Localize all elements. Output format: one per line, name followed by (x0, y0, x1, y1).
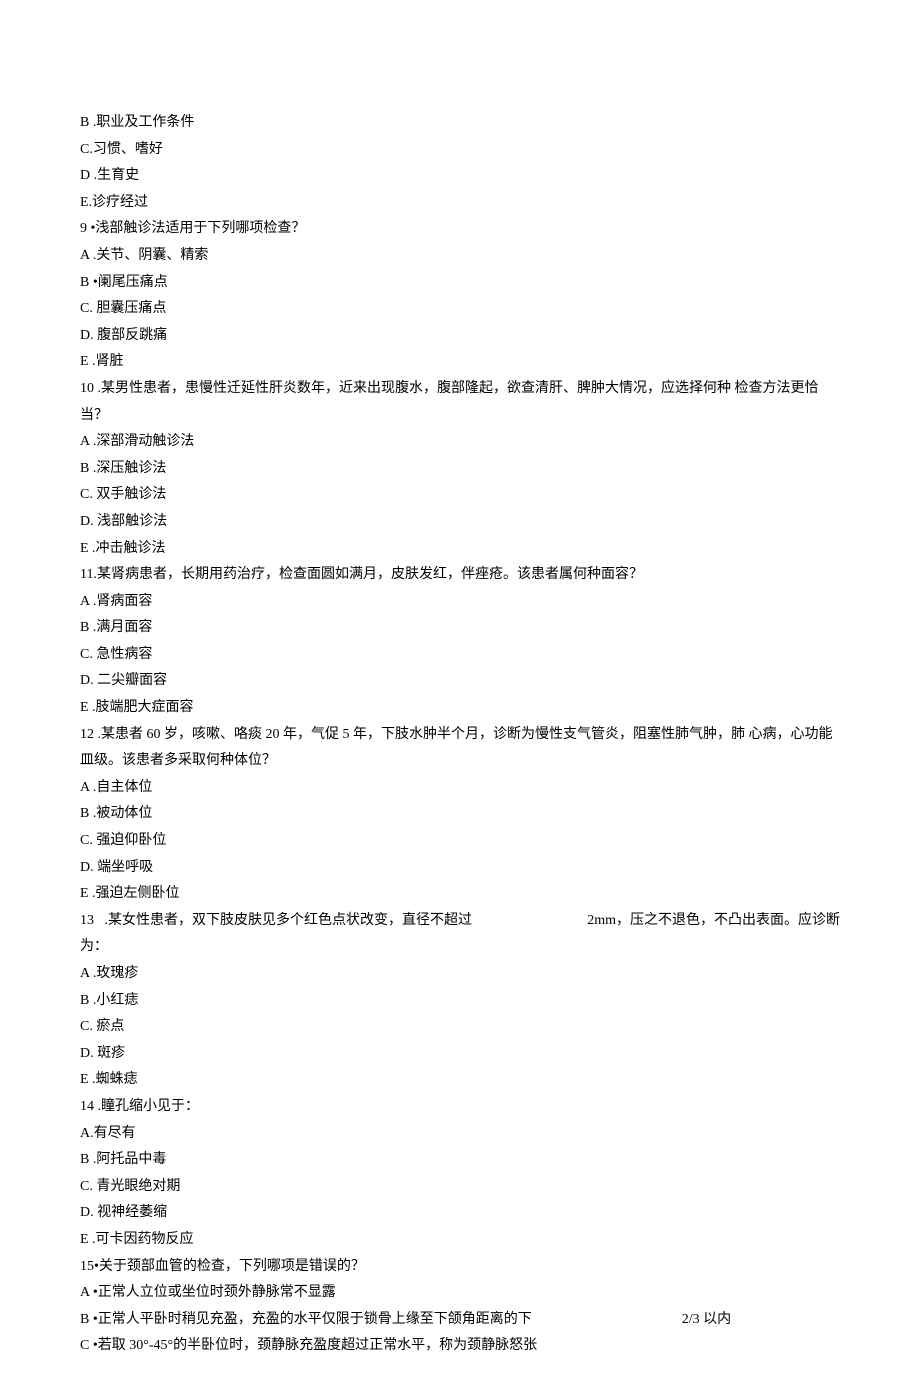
text-line: C. 双手触诊法 (80, 482, 840, 509)
text-line: B •阑尾压痛点 (80, 270, 840, 297)
text-line: D. 斑疹 (80, 1041, 840, 1068)
text-line: E .冲击触诊法 (80, 536, 840, 563)
text-line: C. 瘀点 (80, 1014, 840, 1041)
text-line: C. 强迫仰卧位 (80, 828, 840, 855)
text-line: D. 视神经萎缩 (80, 1200, 840, 1227)
text-line: B .阿托品中毒 (80, 1147, 840, 1174)
text-segment: 2mm，压之不退色，不凸出表面。应诊断 (587, 908, 840, 935)
text-line: D. 腹部反跳痛 (80, 323, 840, 350)
text-line: B .满月面容 (80, 615, 840, 642)
text-line: B .职业及工作条件 (80, 110, 840, 137)
text-line: 12 .某患者 60 岁，咳嗽、咯痰 20 年，气促 5 年，下肢水肿半个月，诊… (80, 722, 840, 775)
text-line: E.诊疗经过 (80, 190, 840, 217)
text-segment: B •正常人平卧时稍见充盈，充盈的水平仅限于锁骨上缘至下颌角距离的下 (80, 1307, 532, 1334)
text-line: A .关节、阴囊、精索 (80, 243, 840, 270)
text-line: A .肾病面容 (80, 589, 840, 616)
text-line: C •若取 30°-45°的半卧位时，颈静脉充盈度超过正常水平，称为颈静脉怒张 (80, 1333, 840, 1360)
text-gap (532, 1307, 682, 1334)
text-line: E .蜘蛛痣 (80, 1067, 840, 1094)
text-line: C. 胆囊压痛点 (80, 296, 840, 323)
text-segment: 13 .某女性患者，双下肢皮肤见多个红色点状改变，直径不超过 (80, 908, 472, 935)
text-line: A .自主体位 (80, 775, 840, 802)
text-gap (472, 908, 587, 935)
text-line: C. 急性病容 (80, 642, 840, 669)
text-line: B .小红痣 (80, 988, 840, 1015)
text-line: E .强迫左侧卧位 (80, 881, 840, 908)
text-line: 9 •浅部触诊法适用于下列哪项检查？ (80, 216, 840, 243)
text-segment: 2/3 以内 (682, 1307, 731, 1334)
text-line: A.有尽有 (80, 1121, 840, 1148)
text-line: E .肾脏 (80, 349, 840, 376)
text-line: D. 二尖瓣面容 (80, 668, 840, 695)
text-line: D. 浅部触诊法 (80, 509, 840, 536)
text-line: B .深压触诊法 (80, 456, 840, 483)
text-line: D .生育史 (80, 163, 840, 190)
text-line: A .深部滑动触诊法 (80, 429, 840, 456)
text-line: 11.某肾病患者，长期用药治疗，检查面圆如满月，皮肤发红，伴痤疮。该患者属何种面… (80, 562, 840, 589)
text-line: E .肢端肥大症面容 (80, 695, 840, 722)
text-line: 15•关于颈部血管的检查，下列哪项是错误的？ (80, 1254, 840, 1281)
text-line: A .玫瑰疹 (80, 961, 840, 988)
text-line: 10 .某男性患者，患慢性迁延性肝炎数年，近来出现腹水，腹部隆起，欲查清肝、脾肿… (80, 376, 840, 429)
text-line: E .可卡因药物反应 (80, 1227, 840, 1254)
text-line: D. 端坐呼吸 (80, 855, 840, 882)
text-line: C. 青光眼绝对期 (80, 1174, 840, 1201)
text-line: C.习惯、嗜好 (80, 137, 840, 164)
text-line: 13 .某女性患者，双下肢皮肤见多个红色点状改变，直径不超过 2mm，压之不退色，… (80, 908, 840, 935)
text-line: 14 .瞳孔缩小见于： (80, 1094, 840, 1121)
text-line: B .被动体位 (80, 801, 840, 828)
text-line: 为： (80, 934, 840, 961)
text-line: B •正常人平卧时稍见充盈，充盈的水平仅限于锁骨上缘至下颌角距离的下 2/3 以内 (80, 1307, 840, 1334)
